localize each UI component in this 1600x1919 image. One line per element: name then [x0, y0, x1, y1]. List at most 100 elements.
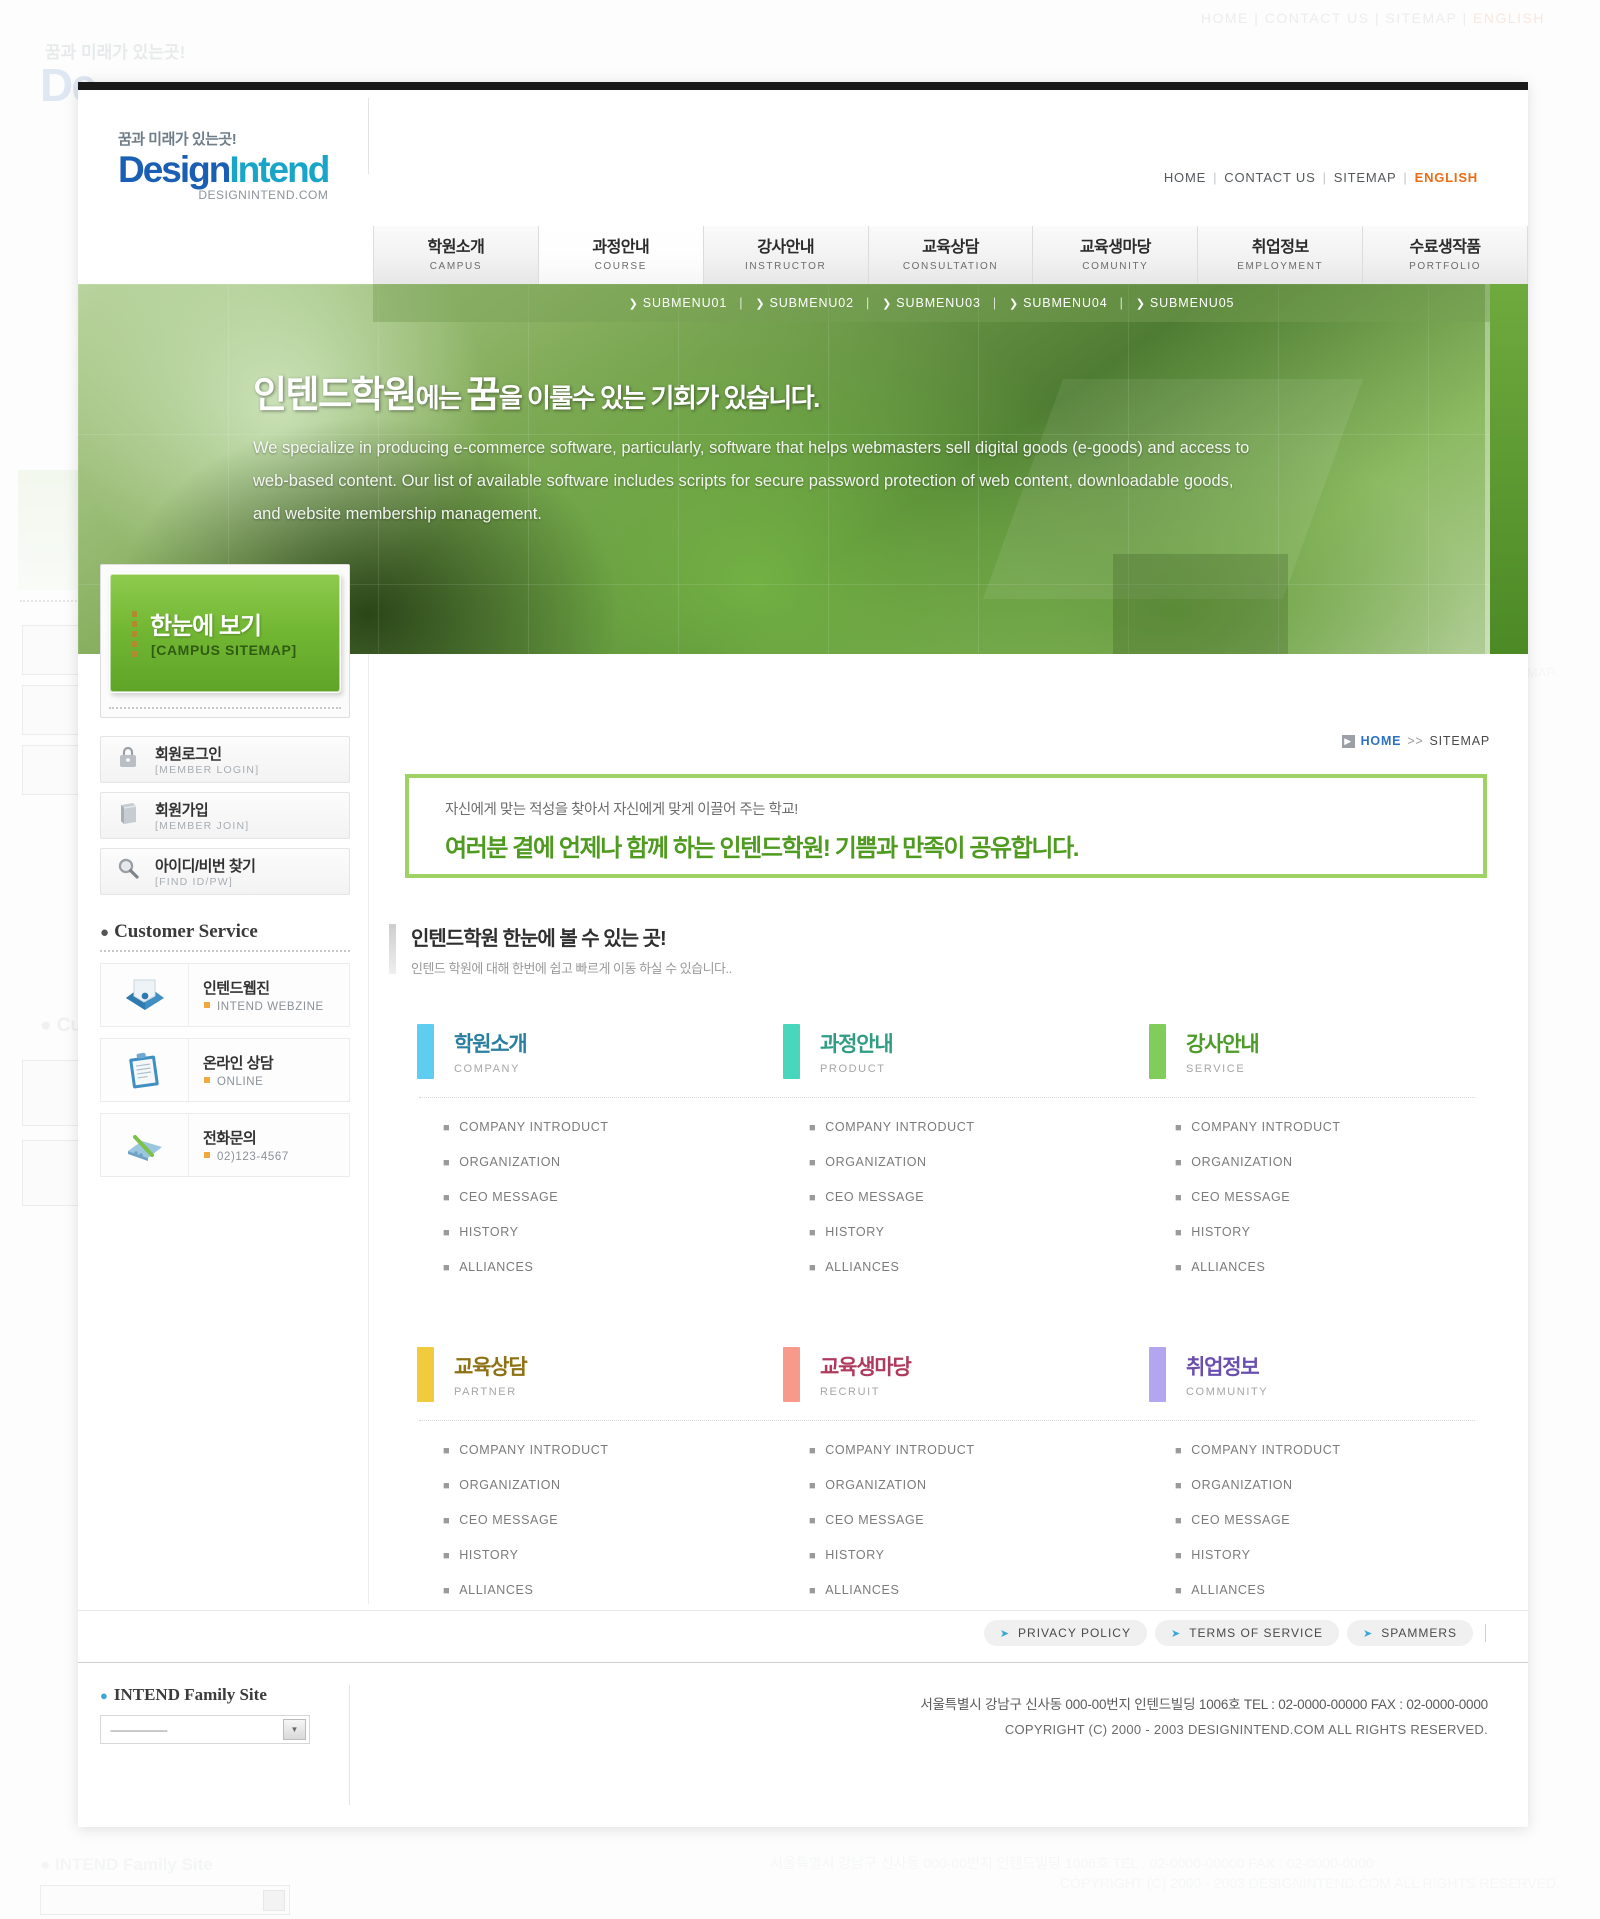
- sitemap-col-partner-chip: [417, 1347, 434, 1402]
- nav-tab-instructor[interactable]: 강사안내 INSTRUCTOR: [702, 226, 868, 284]
- list-item[interactable]: ■ CEO MESSAGE: [443, 1190, 763, 1204]
- member-join-button[interactable]: 회원가입 [MEMBER JOIN]: [100, 792, 350, 839]
- list-item[interactable]: ■ COMPANY INTRODUCT: [809, 1443, 1129, 1457]
- list-item[interactable]: ■ ORGANIZATION: [809, 1478, 1129, 1492]
- cs-item-webzine-ko: 인텐드웹진: [203, 980, 270, 997]
- campus-sitemap-banner[interactable]: 한눈에 보기 [CAMPUS SITEMAP]: [109, 573, 341, 693]
- find-id-pw-text: 아이디/비번 찾기 [FIND ID/PW]: [155, 855, 256, 888]
- list-item[interactable]: ■ HISTORY: [443, 1225, 763, 1239]
- sitemap-col-product-chip: [783, 1024, 800, 1079]
- list-item[interactable]: ■ ALLIANCES: [1175, 1583, 1495, 1597]
- backdrop-family-select: [40, 1885, 290, 1915]
- list-item[interactable]: ■ CEO MESSAGE: [809, 1190, 1129, 1204]
- sitemap-col-company-head[interactable]: 학원소개 COMPANY: [397, 1024, 763, 1079]
- list-item[interactable]: ■ HISTORY: [1175, 1548, 1495, 1562]
- list-item[interactable]: ■ CEO MESSAGE: [443, 1513, 763, 1527]
- member-login-button[interactable]: 회원로그인 [MEMBER LOGIN]: [100, 736, 350, 783]
- nav-tab-portfolio-en: PORTFOLIO: [1409, 261, 1482, 272]
- cs-item-webzine[interactable]: 인텐드웹진 INTEND WEBZINE: [100, 963, 350, 1027]
- utility-nav-contact-us[interactable]: CONTACT US: [1224, 170, 1315, 185]
- sitemap-col-service-chip: [1149, 1024, 1166, 1079]
- list-item[interactable]: ■ HISTORY: [443, 1548, 763, 1562]
- bullet-icon: ■: [1175, 1227, 1183, 1239]
- submenu-item-3[interactable]: ❯ SUBMENU03: [882, 296, 981, 310]
- sitemap-col-company-ko: 학원소개: [454, 1033, 528, 1056]
- utility-nav-home[interactable]: HOME: [1164, 170, 1206, 185]
- family-site-select[interactable]: ------------------- ▼: [100, 1715, 310, 1744]
- list-item[interactable]: ■ ALLIANCES: [1175, 1260, 1495, 1274]
- bullet-icon: ■: [1175, 1585, 1183, 1597]
- list-item[interactable]: ■ COMPANY INTRODUCT: [443, 1120, 763, 1134]
- family-site-title: ● INTEND Family Site: [100, 1685, 267, 1704]
- list-item[interactable]: ■ COMPANY INTRODUCT: [809, 1120, 1129, 1134]
- nav-tab-course-en: COURSE: [594, 261, 647, 272]
- bullet-icon: ■: [809, 1585, 817, 1597]
- nav-tab-portfolio[interactable]: 수료생작품 PORTFOLIO: [1362, 226, 1529, 284]
- sitemap-col-recruit-ko: 교육생마당: [820, 1356, 912, 1379]
- privacy-policy-button[interactable]: ➤ PRIVACY POLICY: [983, 1620, 1147, 1646]
- nav-tab-comunity[interactable]: 교육생마당 COMUNITY: [1032, 226, 1198, 284]
- utility-nav-english[interactable]: ENGLISH: [1415, 170, 1478, 185]
- find-id-pw-button[interactable]: 아이디/비번 찾기 [FIND ID/PW]: [100, 848, 350, 895]
- top-accent-bar: [78, 82, 1528, 90]
- list-item[interactable]: ■ ALLIANCES: [809, 1583, 1129, 1597]
- sitemap-col-partner-head[interactable]: 교육상담 PARTNER: [397, 1347, 763, 1402]
- sitemap-col-product-links: ■ COMPANY INTRODUCT ■ ORGANIZATION ■ CEO ME…: [763, 1098, 1129, 1295]
- cs-item-online[interactable]: 온라인 상담 ONLINE: [100, 1038, 350, 1102]
- logo[interactable]: 꿈과 미래가 있는곳! DesignIntend DESIGNINTEND.CO…: [118, 128, 330, 202]
- sitemap-col-company-chip: [417, 1024, 434, 1079]
- submenu-item-2[interactable]: ❯ SUBMENU02: [755, 296, 854, 310]
- sitemap-col-community-head[interactable]: 취업정보 COMMUNITY: [1129, 1347, 1495, 1402]
- site-window: 꿈과 미래가 있는곳! DesignIntend DESIGNINTEND.CO…: [78, 82, 1529, 1827]
- hero-text-block: 인텐드학원에는 꿈을 이룰수 있는 기회가 있습니다. We specializ…: [253, 372, 1253, 531]
- list-item[interactable]: ■ COMPANY INTRODUCT: [443, 1443, 763, 1457]
- logo-wordmark: DesignIntend: [118, 150, 330, 190]
- bullet-icon: ■: [443, 1192, 451, 1204]
- member-join-en: [MEMBER JOIN]: [155, 820, 250, 832]
- list-item[interactable]: ■ COMPANY INTRODUCT: [1175, 1443, 1495, 1457]
- submenu-item-5[interactable]: ❯ SUBMENU05: [1136, 296, 1235, 310]
- sitemap-col-product-head[interactable]: 과정안내 PRODUCT: [763, 1024, 1129, 1079]
- list-item[interactable]: ■ ORGANIZATION: [1175, 1478, 1495, 1492]
- bullet-icon: ■: [1175, 1122, 1183, 1134]
- sitemap-col-partner-en: PARTNER: [454, 1386, 517, 1398]
- sitemap-col-company-en: COMPANY: [454, 1063, 521, 1075]
- list-item[interactable]: ■ CEO MESSAGE: [1175, 1190, 1495, 1204]
- site-header: 꿈과 미래가 있는곳! DesignIntend DESIGNINTEND.CO…: [78, 90, 1528, 245]
- list-item[interactable]: ■ ALLIANCES: [809, 1260, 1129, 1274]
- list-item[interactable]: ■ ALLIANCES: [443, 1583, 763, 1597]
- list-item[interactable]: ■ HISTORY: [1175, 1225, 1495, 1239]
- spammers-button[interactable]: ➤ SPAMMERS: [1346, 1620, 1473, 1646]
- list-item[interactable]: ■ ORGANIZATION: [443, 1155, 763, 1169]
- nav-tab-course[interactable]: 과정안내 COURSE: [537, 226, 703, 284]
- sitemap-row-2: 교육상담 PARTNER 교육생마당 RECRUIT 취업정보 COMMUNIT…: [397, 1347, 1497, 1402]
- bullet-icon: ■: [809, 1122, 817, 1134]
- list-item[interactable]: ■ HISTORY: [809, 1548, 1129, 1562]
- list-item[interactable]: ■ CEO MESSAGE: [809, 1513, 1129, 1527]
- submenu-item-4[interactable]: ❯ SUBMENU04: [1009, 296, 1108, 310]
- hero-body-text: We specialize in producing e-commerce so…: [253, 439, 1250, 524]
- list-item[interactable]: ■ COMPANY INTRODUCT: [1175, 1120, 1495, 1134]
- terms-of-service-button[interactable]: ➤ TERMS OF SERVICE: [1154, 1620, 1339, 1646]
- list-item[interactable]: ■ ORGANIZATION: [443, 1478, 763, 1492]
- cs-item-phone[interactable]: 전화문의 02)123-4567: [100, 1113, 350, 1177]
- list-item[interactable]: ■ ALLIANCES: [443, 1260, 763, 1274]
- bullet-icon: ■: [443, 1445, 451, 1457]
- sitemap-col-community-en: COMMUNITY: [1186, 1386, 1269, 1398]
- list-item[interactable]: ■ ORGANIZATION: [809, 1155, 1129, 1169]
- list-item[interactable]: ■ ORGANIZATION: [1175, 1155, 1495, 1169]
- hero-headline-part1: 인텐드학원: [253, 374, 417, 415]
- list-item[interactable]: ■ HISTORY: [809, 1225, 1129, 1239]
- nav-tab-employment[interactable]: 취업정보 EMPLOYMENT: [1197, 226, 1363, 284]
- nav-tab-campus[interactable]: 학원소개 CAMPUS: [373, 226, 538, 284]
- utility-nav-sitemap[interactable]: SITEMAP: [1334, 170, 1397, 185]
- breadcrumb-home[interactable]: HOME: [1361, 734, 1402, 748]
- backdrop-contact: CONTACT US: [1264, 10, 1370, 26]
- sitemap-col-service-head[interactable]: 강사안내 SERVICE: [1129, 1024, 1495, 1079]
- nav-tab-consultation[interactable]: 교육상담 CONSULTATION: [867, 226, 1033, 284]
- submenu-item-1[interactable]: ❯ SUBMENU01: [629, 296, 728, 310]
- campus-sitemap-subtitle: [CAMPUS SITEMAP]: [151, 642, 297, 658]
- sitemap-col-recruit-head[interactable]: 교육생마당 RECRUIT: [763, 1347, 1129, 1402]
- list-item[interactable]: ■ CEO MESSAGE: [1175, 1513, 1495, 1527]
- section-heading: 인텐드학원 한눈에 볼 수 있는 곳! 인텐드 학원에 대해 한번에 쉽고 빠르…: [389, 922, 1494, 977]
